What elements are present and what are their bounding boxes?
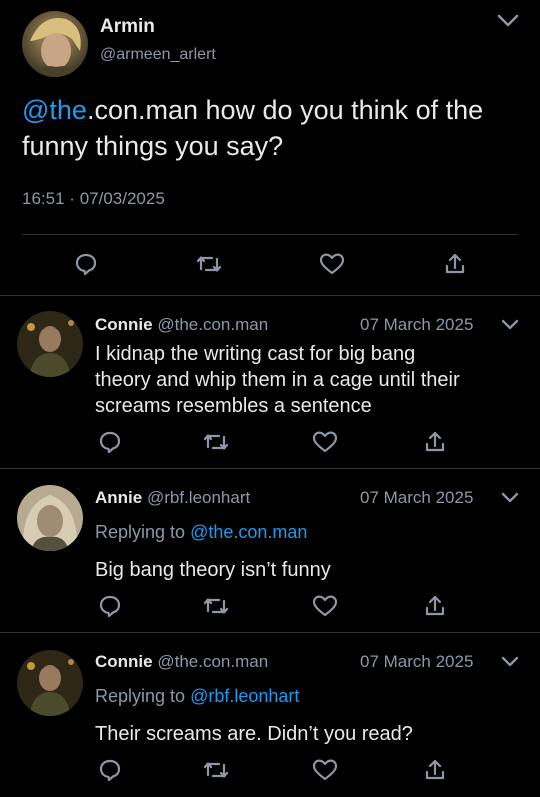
- divider: [0, 468, 540, 469]
- like-icon[interactable]: [312, 758, 338, 782]
- share-icon[interactable]: [444, 252, 466, 276]
- chevron-down-icon[interactable]: [501, 492, 519, 504]
- reply-author-handle[interactable]: @the.con.man: [157, 652, 268, 671]
- like-icon[interactable]: [312, 594, 338, 618]
- replying-to-label: Replying to: [95, 522, 186, 542]
- reply-text-line: screams resembles a sentence: [95, 395, 372, 417]
- reply-author-name[interactable]: Connie: [95, 652, 153, 671]
- main-author-handle[interactable]: @armeen_arlert: [100, 46, 216, 64]
- replying-to: Replying to @the.con.man: [95, 522, 307, 543]
- replying-to: Replying to @rbf.leonhart: [95, 686, 299, 707]
- chevron-down-icon[interactable]: [501, 319, 519, 331]
- reply-text-line: theory and whip them in a cage until the…: [95, 369, 460, 391]
- reply-header: Annie @rbf.leonhart: [95, 488, 250, 508]
- mention-link[interactable]: @the: [22, 95, 87, 125]
- retweet-icon[interactable]: [203, 431, 229, 453]
- like-icon[interactable]: [319, 252, 345, 276]
- reply-text: Their screams are. Didn’t you read?: [95, 721, 413, 747]
- retweet-icon[interactable]: [203, 595, 229, 617]
- avatar-connie[interactable]: [17, 650, 83, 716]
- reply-date: 07 March 2025: [360, 652, 474, 671]
- chevron-down-icon[interactable]: [501, 656, 519, 668]
- reply-date: 07 March 2025: [360, 488, 474, 507]
- reply-author-handle[interactable]: @the.con.man: [157, 315, 268, 334]
- main-text-line2: funny things you say?: [22, 131, 284, 161]
- reply-icon[interactable]: [98, 758, 122, 782]
- reply-header: Connie @the.con.man: [95, 315, 268, 335]
- main-text-line1: .con.man how do you think of the: [86, 95, 484, 125]
- avatar-connie[interactable]: [17, 311, 83, 377]
- avatar-armin[interactable]: [22, 11, 88, 77]
- share-icon[interactable]: [424, 430, 446, 454]
- reply-author-handle[interactable]: @rbf.leonhart: [147, 488, 250, 507]
- avatar-annie[interactable]: [17, 485, 83, 551]
- replying-to-handle[interactable]: @rbf.leonhart: [190, 686, 299, 706]
- share-icon[interactable]: [424, 758, 446, 782]
- reply-icon[interactable]: [98, 430, 122, 454]
- reply-text-line: Their screams are. Didn’t you read?: [95, 723, 413, 745]
- reply-icon[interactable]: [74, 252, 98, 276]
- divider: [0, 632, 540, 633]
- reply-text-line: Big bang theory isn’t funny: [95, 559, 331, 581]
- divider: [0, 295, 540, 296]
- chevron-down-icon[interactable]: [497, 14, 519, 28]
- tweet-date: 07/03/2025: [79, 189, 165, 208]
- reply-author-name[interactable]: Annie: [95, 488, 142, 507]
- tweet-time: 16:51: [22, 189, 65, 208]
- reply-text: I kidnap the writing cast for big bang t…: [95, 341, 460, 419]
- reply-text-line: I kidnap the writing cast for big bang: [95, 343, 416, 365]
- main-tweet-text: @the.con.man how do you think of the fun…: [22, 92, 532, 164]
- main-tweet-timestamp: 16:51 · 07/03/2025: [22, 189, 165, 209]
- retweet-icon[interactable]: [203, 759, 229, 781]
- reply-header: Connie @the.con.man: [95, 652, 268, 672]
- reply-date: 07 March 2025: [360, 315, 474, 334]
- share-icon[interactable]: [424, 594, 446, 618]
- main-author-name[interactable]: Armin: [100, 16, 155, 38]
- retweet-icon[interactable]: [196, 253, 222, 275]
- divider: [22, 234, 518, 235]
- replying-to-handle[interactable]: @the.con.man: [190, 522, 307, 542]
- timestamp-separator: ·: [69, 189, 75, 208]
- reply-author-name[interactable]: Connie: [95, 315, 153, 334]
- replying-to-label: Replying to: [95, 686, 186, 706]
- like-icon[interactable]: [312, 430, 338, 454]
- reply-icon[interactable]: [98, 594, 122, 618]
- reply-text: Big bang theory isn’t funny: [95, 557, 331, 583]
